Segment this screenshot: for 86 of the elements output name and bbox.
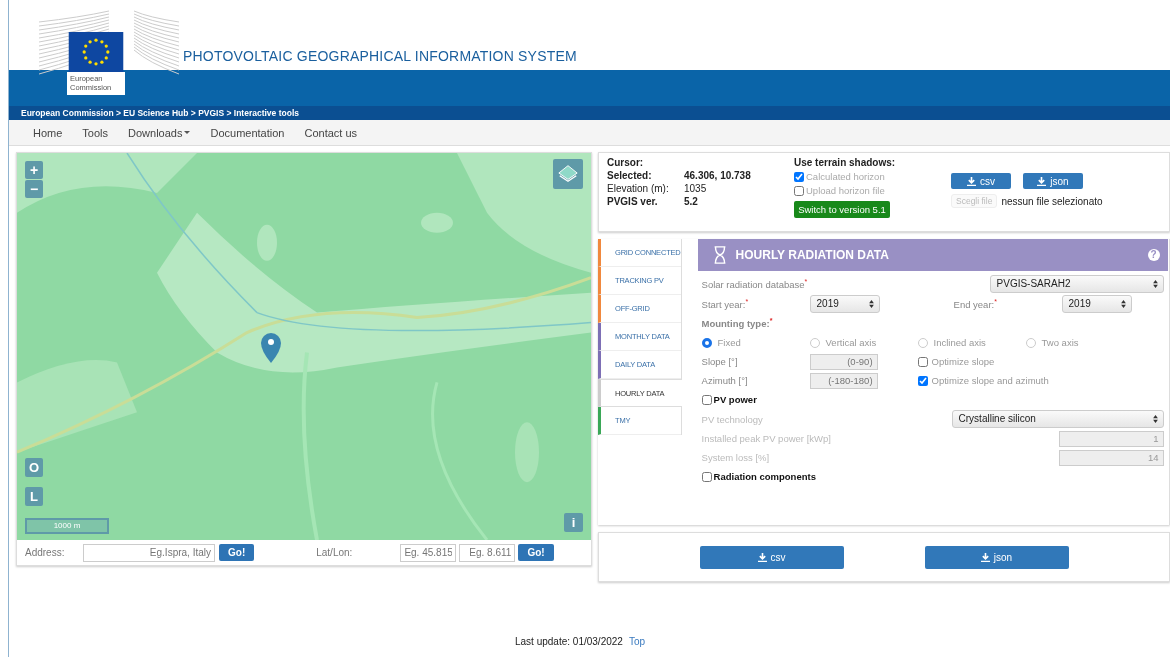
mounting-heading: Mounting type:$^{*}$ — [701, 317, 773, 330]
download-icon — [1037, 176, 1047, 186]
eu-flag-icon — [67, 32, 125, 72]
checkbox[interactable] — [794, 185, 804, 196]
form-title: HOURLY RADIATION DATA — [735, 248, 890, 262]
start-year-select[interactable]: 2019 — [809, 295, 880, 313]
field-label: Solar radiation database$^{*}$ — [701, 277, 809, 291]
option-label: Vertical axis — [825, 337, 877, 348]
info-value: 1035 — [684, 183, 707, 194]
address-label: Address: — [25, 547, 66, 558]
longitude-field[interactable]: Eg. 8.611 — [459, 543, 516, 562]
select-arrows-icon — [868, 300, 874, 308]
select-arrows-icon — [1152, 415, 1158, 423]
file-status: nessun file selezionato — [1001, 195, 1103, 207]
caret-icon — [184, 131, 191, 134]
location-pin-icon — [261, 333, 281, 363]
last-update-text: Last update: 01/03/2022 — [515, 636, 623, 647]
option-label: Fixed — [717, 337, 741, 348]
zoom-out-button[interactable]: − — [25, 180, 43, 198]
checkbox[interactable] — [701, 471, 712, 482]
slope-field[interactable]: (0-90) — [809, 353, 878, 370]
end-year-select[interactable]: 2019 — [1061, 295, 1132, 313]
nav-link[interactable]: Downloads — [118, 126, 201, 139]
shadows-heading: Use terrain shadows: — [794, 157, 897, 168]
go-button[interactable]: Go! — [518, 544, 554, 561]
field-label: Azimuth [°] — [701, 375, 749, 386]
checkbox[interactable] — [794, 171, 804, 182]
radio-button[interactable] — [701, 337, 712, 348]
download-button[interactable]: json — [924, 545, 1069, 569]
checkbox[interactable] — [917, 356, 928, 367]
go-button[interactable]: Go! — [219, 544, 255, 561]
field-label: System loss [%] — [701, 452, 771, 463]
azimuth-field[interactable]: (-180-180) — [809, 372, 878, 389]
technology-select[interactable]: Crystalline silicon — [951, 410, 1164, 428]
option-label: Radiation components — [713, 471, 816, 482]
option-label: Upload horizon file — [806, 185, 885, 196]
site-title: PHOTOVOLTAIC GEOGRAPHICAL INFORMATION SYSTEM — [183, 48, 577, 64]
option-label: Optimize slope and azimuth — [931, 375, 1049, 386]
layers-icon — [557, 162, 579, 184]
field-label: PV technology — [701, 413, 764, 425]
zoom-in-button[interactable]: + — [25, 161, 43, 179]
download-button[interactable]: csv — [951, 173, 1011, 189]
nav-link[interactable]: Contact us — [294, 126, 368, 139]
radio-button[interactable] — [917, 337, 928, 348]
nav-link[interactable]: Documentation — [200, 126, 295, 139]
field-label: Installed peak PV power [kWp] — [701, 433, 832, 444]
select-arrows-icon — [1152, 280, 1158, 288]
option-label: Calculated horizon — [806, 171, 885, 182]
field-label: End year:$^{*}$ — [953, 297, 998, 311]
option-label: Inclined axis — [933, 337, 986, 348]
option-label: PV power — [713, 394, 757, 405]
info-label: Selected: — [607, 170, 653, 181]
info-value: 5.2 — [684, 196, 698, 207]
info-label: Elevation (m): — [607, 183, 670, 194]
info-button[interactable]: i — [564, 513, 583, 532]
checkbox[interactable] — [701, 394, 712, 405]
cursor-label: Cursor: — [607, 157, 645, 168]
address-field[interactable]: Eg.Ispra, Italy — [83, 543, 215, 562]
radio-button[interactable] — [1025, 337, 1036, 348]
field-label: Start year:$^{*}$ — [701, 297, 750, 311]
scale-bar: 1000 m — [25, 518, 109, 534]
field-label: Slope [°] — [701, 356, 739, 367]
download-icon — [980, 552, 990, 562]
option-label: Optimize slope — [931, 356, 995, 367]
layers-button[interactable] — [553, 159, 583, 189]
info-label: PVGIS ver. — [607, 196, 659, 207]
download-icon — [757, 552, 767, 562]
download-button[interactable]: csv — [699, 545, 844, 569]
download-button[interactable]: json — [1023, 173, 1083, 189]
map-mode-button[interactable]: O — [25, 458, 43, 477]
switch-version-button[interactable]: Switch to version 5.1 — [794, 201, 890, 218]
lat-lon-label: Lat/Lon: — [316, 547, 353, 558]
radio-button[interactable] — [809, 337, 820, 348]
option-label: Two axis — [1041, 337, 1079, 348]
breadcrumb: European Commission > EU Science Hub > PVGIS > Interactive tools — [21, 108, 299, 118]
top-link[interactable]: Top — [628, 636, 645, 647]
download-icon — [967, 176, 976, 186]
info-value: 46.306, 10.738 — [684, 170, 751, 181]
nav-link[interactable]: Tools — [72, 126, 119, 139]
checkbox[interactable] — [917, 375, 928, 386]
nav-link[interactable]: Home — [23, 126, 73, 139]
latitude-field[interactable]: Eg. 45.815 — [400, 543, 457, 562]
database-select[interactable]: PVGIS-SARAH2 — [989, 275, 1164, 293]
select-arrows-icon — [1120, 300, 1126, 308]
map-mode-button[interactable]: L — [25, 487, 43, 506]
help-icon[interactable]: ? — [1147, 249, 1160, 261]
